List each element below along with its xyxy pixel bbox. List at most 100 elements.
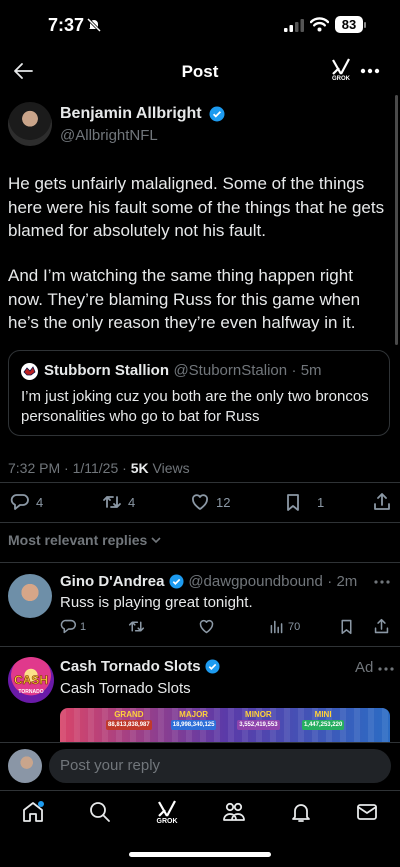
ad-header: Cash Tornado Slots (60, 658, 220, 676)
reply-author-handle[interactable]: @dawgpoundbound (188, 573, 323, 590)
reply-reply-count: 1 (80, 620, 87, 633)
battery-level: 83 (341, 17, 357, 32)
ad-author-name[interactable]: Cash Tornado Slots (60, 658, 201, 675)
divider (0, 646, 400, 647)
verified-badge-icon (205, 659, 220, 674)
post-author-handle[interactable]: @AllbrightNFL (60, 127, 158, 144)
grok-icon (332, 58, 350, 75)
home-icon (23, 801, 44, 822)
bookmark-count: 1 (317, 494, 325, 510)
reply-reply-stat[interactable]: 1 (60, 618, 86, 635)
like-stat[interactable]: 12 (190, 492, 230, 512)
communities-icon (223, 802, 245, 821)
jackpot-box: MAJOR 18,998,340,125 (163, 710, 225, 742)
quote-author-name: Stubborn Stallion (44, 362, 169, 379)
nav-communities[interactable] (218, 796, 250, 828)
reply-count: 4 (36, 494, 44, 510)
reply-views-stat[interactable]: 70 (268, 618, 300, 635)
chevron-down-icon (151, 537, 161, 544)
reply-more-options-icon[interactable] (374, 580, 390, 584)
search-icon (90, 802, 110, 822)
repost-icon (128, 621, 145, 632)
composer-avatar[interactable] (8, 749, 42, 783)
share-button[interactable] (372, 492, 392, 512)
nav-search[interactable] (84, 796, 116, 828)
grok-label: GROK (332, 76, 350, 82)
more-options-icon[interactable] (360, 68, 380, 74)
repost-stat[interactable]: 4 (102, 492, 135, 512)
reply-repost-stat[interactable] (128, 618, 145, 635)
bell-icon (292, 804, 310, 822)
header: Post GROK (0, 50, 400, 94)
ad-avatar[interactable]: CASH TORNADO (8, 657, 54, 703)
ad-label: Ad (355, 659, 374, 676)
quote-time: · 5m (291, 362, 322, 379)
share-icon (374, 618, 389, 634)
jackpot-value: 1,447,253,220 (301, 720, 345, 730)
ad-text: Cash Tornado Slots (60, 680, 191, 697)
nav-grok[interactable]: GROK (151, 796, 183, 828)
scrollbar[interactable] (395, 95, 398, 345)
jackpot-name: MAJOR (179, 710, 209, 719)
reply-author-name[interactable]: Gino D'Andrea (60, 573, 164, 590)
post-text-paragraph-1: He gets unfairly malaligned. Some of the… (8, 174, 385, 240)
jackpot-box: GRAND 88,813,838,987 (98, 710, 160, 742)
ad-more-options-icon[interactable] (378, 667, 394, 671)
quote-author-handle: @StubornStalion (173, 362, 288, 379)
status-bar: 7:37 83 (0, 0, 400, 50)
jackpot-value: 3,552,419,553 (237, 720, 280, 730)
home-indicator (129, 852, 271, 857)
jackpot-box: MINOR 3,552,419,553 (228, 710, 290, 742)
composer-bar: Post your reply (0, 742, 400, 791)
reply-input-placeholder: Post your reply (60, 757, 161, 774)
post-author[interactable]: Benjamin Allbright (60, 105, 225, 123)
reply-text: Russ is playing great tonight. (60, 594, 253, 611)
quote-tweet[interactable]: Stubborn Stallion @StubornStalion · 5m I… (8, 350, 390, 436)
post-meta: 7:32 PM · 1/11/25 · 5K Views (8, 460, 190, 476)
mail-icon (357, 804, 377, 820)
divider (0, 482, 400, 483)
reply-stat[interactable]: 4 (10, 492, 43, 512)
cellular-signal-icon (284, 19, 304, 32)
wifi-icon (310, 17, 329, 32)
reply-input[interactable]: Post your reply (49, 749, 391, 783)
reply-views-count: 70 (288, 620, 301, 633)
post-author-name[interactable]: Benjamin Allbright (60, 105, 202, 122)
ad-creative-image[interactable]: GRAND 88,813,838,987 MAJOR 18,998,340,125 MI… (60, 708, 390, 742)
nav-notifications[interactable] (285, 796, 317, 828)
verified-badge-icon (169, 574, 184, 589)
replies-sort-label: Most relevant replies (8, 532, 148, 548)
jackpot-row: GRAND 88,813,838,987 MAJOR 18,998,340,125 MI… (98, 710, 354, 742)
jackpot-name: MINI (314, 710, 332, 719)
heart-icon (192, 494, 208, 510)
ad-logo-line1: CASH (14, 673, 48, 687)
post-avatar[interactable] (8, 102, 52, 146)
quote-author-avatar (21, 363, 38, 380)
jackpot-name: GRAND (114, 710, 144, 719)
verified-badge-icon (209, 106, 225, 122)
reply-avatar[interactable] (8, 574, 52, 618)
nav-home[interactable] (17, 796, 49, 828)
like-count: 12 (216, 494, 231, 510)
replies-sort-dropdown[interactable]: Most relevant replies (8, 532, 162, 548)
reply-icon (10, 494, 29, 510)
repost-icon (103, 496, 121, 508)
divider (0, 522, 400, 523)
reply-bookmark-button[interactable] (338, 618, 355, 635)
grok-icon (158, 799, 176, 817)
jackpot-name: MINOR (245, 710, 272, 719)
reply-like-stat[interactable] (198, 618, 215, 635)
reply-share-button[interactable] (373, 618, 390, 635)
post-timestamp: 7:32 PM · 1/11/25 · (8, 460, 131, 476)
grok-button[interactable]: GROK (330, 58, 352, 82)
bookmark-icon (287, 494, 299, 511)
jackpot-box: MINI 1,447,253,220 (292, 710, 354, 742)
bookmark-stat[interactable]: 1 (283, 492, 324, 512)
battery-icon: 83 (335, 16, 363, 33)
heart-icon (199, 619, 214, 634)
share-icon (374, 493, 390, 510)
repost-count: 4 (128, 494, 136, 510)
reply-header: Gino D'Andrea @dawgpoundbound · 2m (60, 573, 357, 591)
nav-messages[interactable] (351, 796, 383, 828)
jackpot-value: 18,998,340,125 (170, 720, 217, 730)
